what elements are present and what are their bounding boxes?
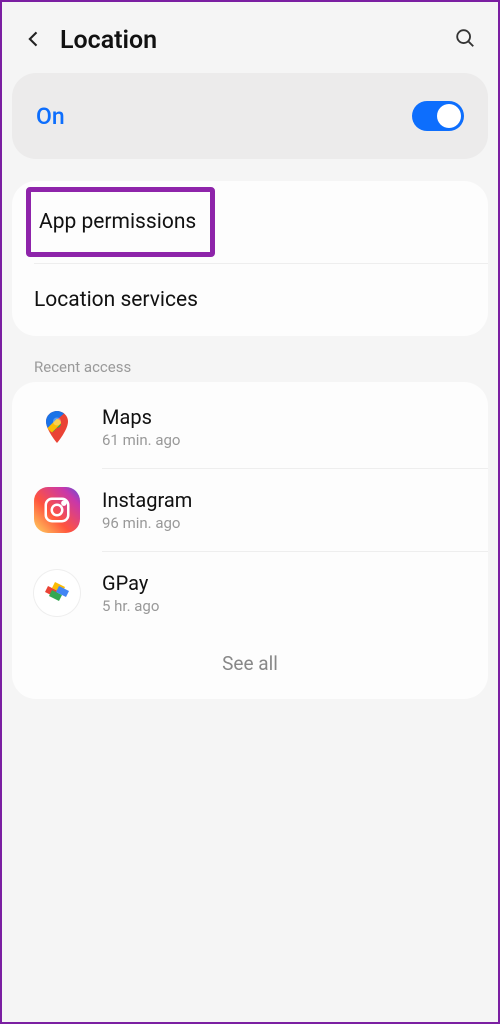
settings-screen: Location On App permissions Location ser… [2,2,498,1022]
header-bar: Location [12,10,488,73]
recent-app-row[interactable]: Maps 61 min. ago [12,386,488,468]
app-name: Maps [102,405,466,429]
gpay-icon [34,570,80,616]
page-title: Location [60,26,454,55]
toggle-status-label: On [36,103,65,130]
search-icon[interactable] [454,27,476,55]
app-info: GPay 5 hr. ago [102,571,466,615]
app-info: Maps 61 min. ago [102,405,466,449]
app-time: 61 min. ago [102,431,466,449]
recent-app-row[interactable]: Instagram 96 min. ago [12,469,488,551]
location-services-item[interactable]: Location services [12,264,488,336]
location-toggle-card: On [12,73,488,159]
app-time: 5 hr. ago [102,597,466,615]
recent-access-card: Maps 61 min. ago Instagram 96 min. ago G… [12,382,488,699]
back-icon[interactable] [24,27,44,55]
location-services-label: Location services [34,288,198,312]
app-info: Instagram 96 min. ago [102,488,466,532]
app-permissions-item[interactable]: App permissions [12,181,488,263]
recent-app-row[interactable]: GPay 5 hr. ago [12,552,488,634]
recent-access-label: Recent access [12,358,488,382]
app-time: 96 min. ago [102,514,466,532]
settings-links-card: App permissions Location services [12,181,488,336]
highlight-annotation: App permissions [26,187,215,257]
instagram-icon [34,487,80,533]
location-toggle[interactable] [412,101,464,131]
see-all-button[interactable]: See all [12,634,488,689]
maps-icon [34,404,80,450]
app-name: Instagram [102,488,466,512]
app-permissions-label: App permissions [33,210,196,234]
app-name: GPay [102,571,466,595]
